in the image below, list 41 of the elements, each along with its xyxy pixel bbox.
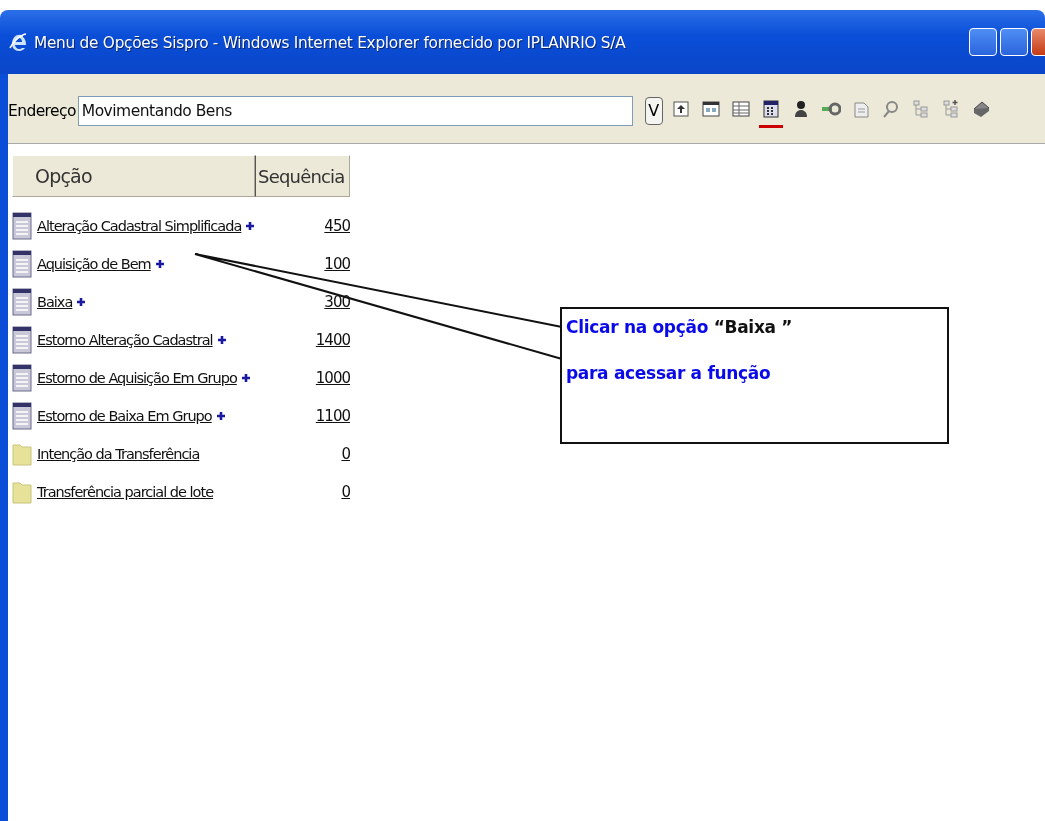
tree-add-icon (940, 99, 961, 119)
sequence-link[interactable]: 100 (324, 255, 352, 273)
option-link[interactable]: Transferência parcial de lote (37, 484, 214, 500)
calculator-icon (760, 99, 781, 119)
document-icon (12, 364, 32, 392)
sequence-link[interactable]: 300 (324, 293, 352, 311)
window-icon (700, 99, 721, 119)
folder-icon (12, 442, 32, 466)
sequence-link[interactable]: 1000 (315, 369, 352, 387)
document-icon (12, 212, 32, 240)
column-header[interactable]: Opção (12, 155, 255, 197)
option-link[interactable]: Intenção da Transferência (37, 446, 200, 462)
document-icon (12, 288, 32, 316)
minimize-button[interactable] (969, 28, 997, 56)
option-link[interactable]: Baixa (37, 294, 73, 310)
sequence-link[interactable]: 1100 (315, 407, 352, 425)
maximize-button[interactable] (1000, 28, 1028, 56)
option-link[interactable]: Estorno Alteração Cadastral (37, 332, 213, 348)
tree-icon (910, 99, 931, 119)
document-icon (12, 326, 32, 354)
sequence-link[interactable]: 0 (341, 483, 352, 501)
option-link[interactable]: Aquisição de Bem (37, 256, 151, 272)
column-header[interactable]: Sequência (255, 155, 350, 197)
option-link[interactable]: Estorno de Baixa Em Grupo (37, 408, 212, 424)
sequence-link[interactable]: 1400 (315, 331, 352, 349)
address-field[interactable]: Movimentando Bens (77, 95, 633, 126)
document-icon (12, 250, 32, 278)
address-label: Endereço (8, 101, 76, 120)
folder-icon (12, 480, 32, 504)
option-link[interactable]: Alteração Cadastral Simplificada (37, 218, 242, 234)
search-icon (880, 99, 901, 119)
go-button[interactable]: V (644, 96, 663, 125)
sequence-link[interactable]: 450 (324, 217, 352, 235)
browser-logo-icon (8, 31, 28, 53)
window-title: Menu de Opções Sispro - Windows Internet Explorer fornecido por IPLANRIO S/A (34, 32, 627, 52)
document-icon (12, 402, 32, 430)
callout-text: para acessar a função (566, 363, 772, 383)
grid-icon (730, 99, 751, 119)
sequence-link[interactable]: 0 (341, 445, 352, 463)
option-link[interactable]: Estorno de Aquisição Em Grupo (37, 370, 237, 386)
callout-text: Clicar na opção “Baixa ” (566, 317, 794, 337)
